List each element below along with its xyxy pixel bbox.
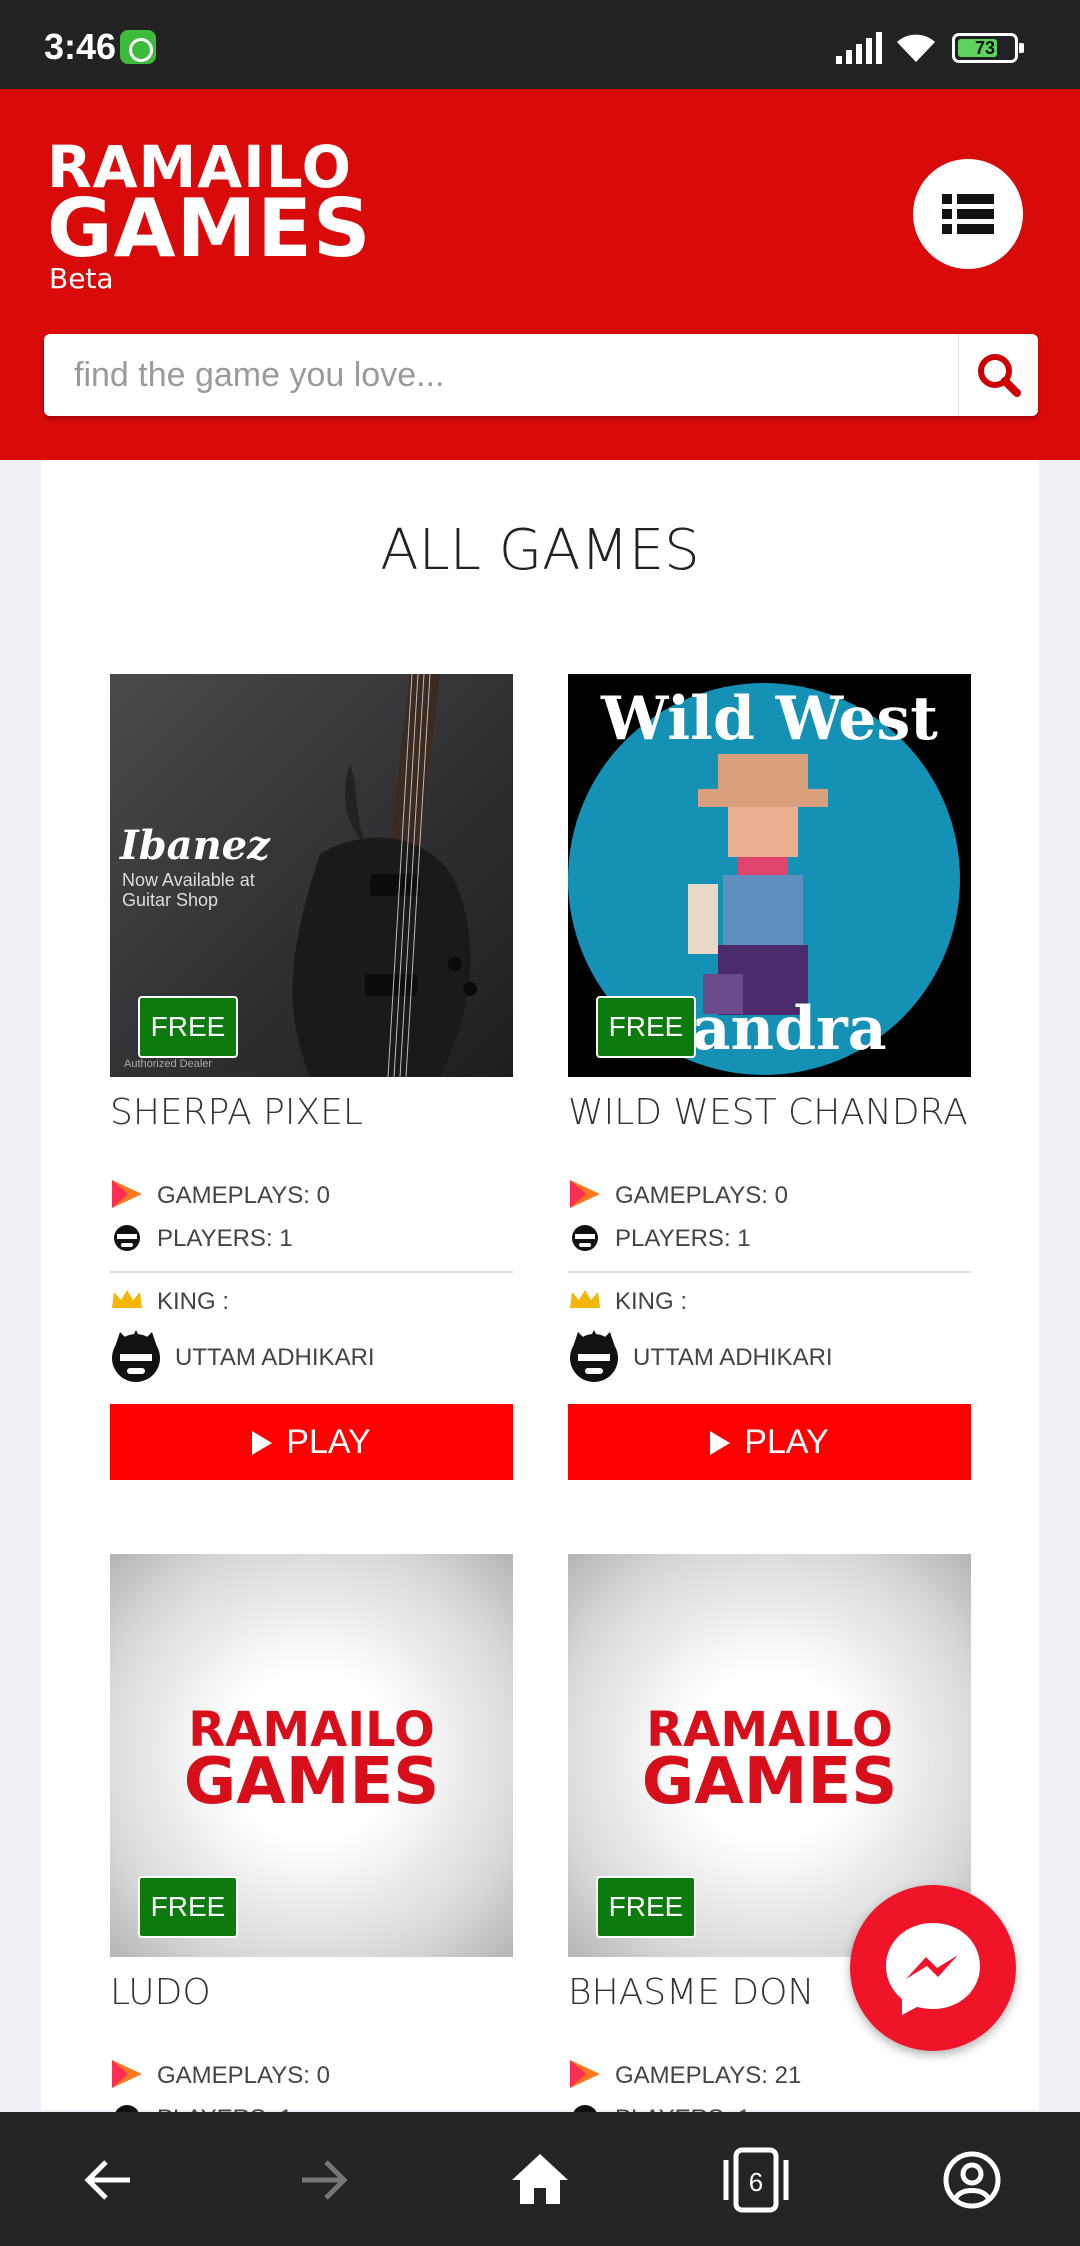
king-name: UTTAM ADHIKARI — [633, 1344, 833, 1371]
players-text: PLAYERS: 1 — [615, 1225, 751, 1252]
list-icon — [942, 194, 994, 234]
back-arrow-icon — [84, 2160, 130, 2200]
play-triangle-icon — [570, 1180, 600, 1208]
ad-brand: Ibanez — [120, 822, 270, 869]
browser-nav-bar: 6 — [0, 2112, 1080, 2246]
game-title[interactable]: WILD WEST CHANDRA — [568, 1092, 968, 1133]
thumb-logo-line2: GAMES — [641, 1745, 898, 1819]
site-header: RAMAILO GAMES Beta — [0, 89, 1080, 460]
game-thumbnail[interactable]: RAMAILO GAMES FREE — [110, 1554, 513, 1957]
play-button[interactable]: PLAY — [568, 1404, 971, 1480]
page-title: ALL GAMES — [380, 518, 700, 583]
search-icon — [978, 354, 1021, 397]
thumb-logo: RAMAILO GAMES — [568, 1704, 971, 1819]
ad-line1: Now Available at — [122, 870, 255, 890]
player-icon — [114, 1225, 140, 1251]
free-badge: FREE — [138, 996, 238, 1058]
play-icon — [710, 1430, 731, 1455]
play-triangle-icon — [112, 1180, 142, 1208]
app-notification-icon — [120, 30, 156, 64]
game-title[interactable]: BHASME DON — [568, 1972, 814, 2013]
divider — [110, 1271, 513, 1273]
menu-button[interactable] — [913, 159, 1023, 269]
ad-small: Authorized Dealer — [124, 1058, 213, 1070]
free-badge: FREE — [138, 1876, 238, 1938]
crown-icon — [570, 1290, 600, 1308]
tabs-count: 6 — [748, 2167, 764, 2197]
play-icon — [252, 1430, 273, 1455]
status-bar: 3:46 73 — [0, 0, 1080, 89]
forward-button[interactable] — [286, 2142, 362, 2218]
king-label: KING : — [157, 1288, 230, 1315]
play-triangle-icon — [112, 2060, 142, 2088]
site-logo[interactable]: RAMAILO GAMES Beta — [47, 138, 372, 295]
game-thumbnail[interactable]: Ibanez Now Available at Guitar Shop Auth… — [110, 674, 513, 1077]
king-name: UTTAM ADHIKARI — [175, 1344, 375, 1371]
free-badge: FREE — [596, 996, 696, 1058]
player-icon — [572, 1225, 598, 1251]
ad-line2: Guitar Shop — [122, 890, 219, 910]
play-label: PLAY — [744, 1422, 829, 1461]
search-button[interactable] — [958, 334, 1038, 416]
messenger-icon — [886, 1923, 980, 2015]
messenger-button[interactable] — [850, 1885, 1016, 2051]
crown-icon — [112, 1290, 142, 1308]
king-label: KING : — [615, 1288, 688, 1315]
home-button[interactable] — [502, 2142, 578, 2218]
battery-icon: 73 — [952, 33, 1024, 63]
profile-icon — [943, 2151, 1001, 2209]
free-badge: FREE — [596, 1876, 696, 1938]
tabs-button[interactable]: 6 — [718, 2142, 794, 2218]
home-icon — [512, 2154, 568, 2204]
content-panel: ALL GAMES Ibanez Now Available at Guitar… — [41, 460, 1039, 2132]
back-button[interactable] — [70, 2142, 146, 2218]
battery-level: 73 — [974, 38, 996, 58]
logo-line2: GAMES — [47, 182, 372, 275]
thumb-logo: RAMAILO GAMES — [110, 1704, 513, 1819]
gameplays-text: GAMEPLAYS: 0 — [615, 1182, 788, 1209]
profile-button[interactable] — [934, 2142, 1010, 2218]
play-button[interactable]: PLAY — [110, 1404, 513, 1480]
gameplays-text: GAMEPLAYS: 21 — [615, 2062, 802, 2089]
game-thumbnail[interactable]: Wild West handra FREE — [568, 674, 971, 1077]
search-bar — [44, 334, 1038, 416]
avatar-icon — [570, 1330, 618, 1382]
wifi-icon — [897, 34, 935, 62]
thumb-logo-line2: GAMES — [183, 1745, 440, 1819]
players-text: PLAYERS: 1 — [157, 1225, 293, 1252]
game-title[interactable]: LUDO — [110, 1972, 211, 2013]
divider — [568, 1271, 971, 1273]
game-title[interactable]: SHERPA PIXEL — [110, 1092, 363, 1133]
gameplays-text: GAMEPLAYS: 0 — [157, 2062, 330, 2089]
play-label: PLAY — [286, 1422, 371, 1461]
status-time: 3:46 — [44, 26, 117, 67]
forward-arrow-icon — [302, 2160, 348, 2200]
thumb-title-top: Wild West — [601, 684, 938, 754]
search-input[interactable] — [44, 334, 958, 416]
signal-icon — [836, 32, 882, 64]
gameplays-text: GAMEPLAYS: 0 — [157, 1182, 330, 1209]
avatar-icon — [112, 1330, 160, 1382]
play-triangle-icon — [570, 2060, 600, 2088]
